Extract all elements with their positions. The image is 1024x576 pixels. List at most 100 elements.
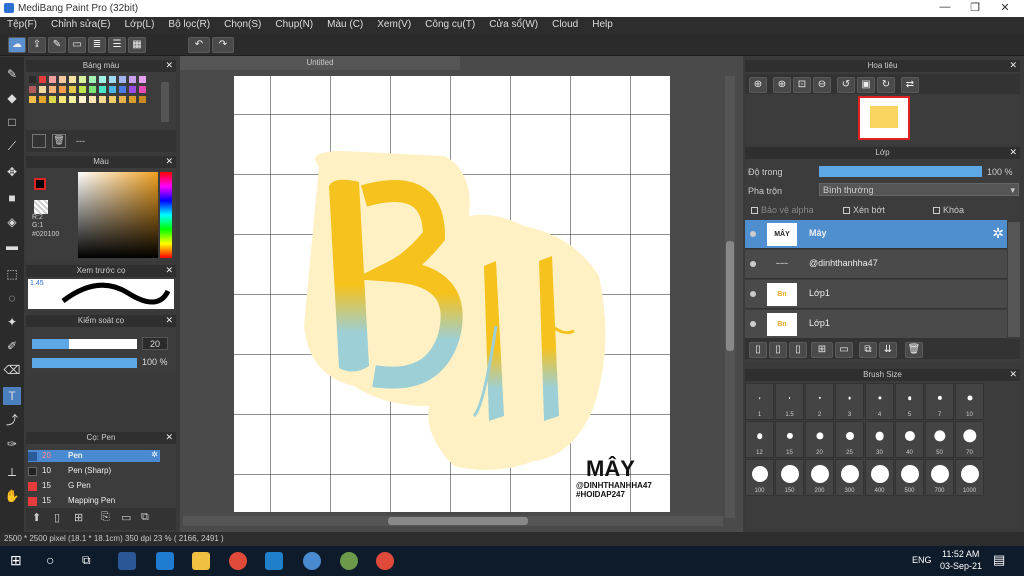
color-swatch[interactable] xyxy=(79,86,86,93)
brush-size-cell[interactable]: 100 xyxy=(745,459,774,496)
app-icon[interactable] xyxy=(340,552,358,570)
color-swatch[interactable] xyxy=(29,86,36,93)
text-tool-icon[interactable]: T xyxy=(3,387,21,405)
color-swatch[interactable] xyxy=(49,86,56,93)
language-indicator[interactable]: ENG xyxy=(912,555,932,565)
brush-size-cell[interactable]: 700 xyxy=(925,459,954,496)
navigator-thumbnail[interactable] xyxy=(858,96,910,140)
brush-item[interactable]: 20 Pen ✲ xyxy=(28,450,160,462)
menu-cloud[interactable]: Cloud xyxy=(545,17,585,34)
eye-icon[interactable] xyxy=(750,231,756,237)
dot-tool-icon[interactable]: □ xyxy=(3,113,21,131)
menu-snap[interactable]: Chụp(N) xyxy=(268,17,320,34)
new-brush-icon[interactable]: ▯ xyxy=(54,511,60,524)
close-icon[interactable]: ✕ xyxy=(165,60,173,71)
color-swatch[interactable] xyxy=(39,76,46,83)
dropper-tool-icon[interactable]: ✑ xyxy=(3,435,21,453)
brush-size-cell[interactable]: 15 xyxy=(775,421,804,458)
brush-size-cell[interactable]: 40 xyxy=(895,421,924,458)
layer-row[interactable]: Bn Lớp1 xyxy=(745,280,1007,309)
select-pen-icon[interactable]: ✐ xyxy=(3,337,21,355)
new-layer-icon[interactable]: ▯ xyxy=(749,342,767,358)
close-icon[interactable]: ✕ xyxy=(165,265,173,276)
file-explorer-icon[interactable] xyxy=(192,552,210,570)
upload-icon[interactable]: ⬆ xyxy=(32,511,41,524)
brush-size-cell[interactable]: 150 xyxy=(775,459,804,496)
brush-size-cell[interactable]: 400 xyxy=(865,459,894,496)
clip-checkbox[interactable]: Xén bớt xyxy=(843,205,885,215)
duplicate-icon[interactable]: ⧉ xyxy=(141,511,149,524)
notification-icon[interactable]: ▤ xyxy=(993,552,1005,568)
color-swatch[interactable] xyxy=(89,76,96,83)
size-value[interactable]: 20 xyxy=(142,337,168,350)
eye-icon[interactable] xyxy=(750,261,756,267)
new-color-icon[interactable] xyxy=(32,134,46,148)
brush-size-cell[interactable]: 5 xyxy=(895,383,924,420)
folder-icon[interactable]: ▭ xyxy=(835,342,853,358)
color-field[interactable] xyxy=(78,172,158,258)
brush-size-cell[interactable]: 4 xyxy=(865,383,894,420)
zoom-out-icon[interactable]: ⊖ xyxy=(813,77,831,93)
zoom-in-icon[interactable]: ⊕ xyxy=(749,77,767,93)
brush-size-cell[interactable]: 7 xyxy=(925,383,954,420)
menu-layer[interactable]: Lớp(L) xyxy=(118,17,162,34)
eye-icon[interactable] xyxy=(750,291,756,297)
brush-size-cell[interactable]: 12 xyxy=(745,421,774,458)
lock-checkbox[interactable]: Khóa xyxy=(933,205,964,215)
color-swatch[interactable] xyxy=(79,76,86,83)
horizontal-scrollbar[interactable] xyxy=(183,516,723,526)
brush-item[interactable]: 15 Mapping Pen xyxy=(28,495,158,507)
hand-tool-icon[interactable]: ✋ xyxy=(3,487,21,505)
color-swatch[interactable] xyxy=(109,76,116,83)
menu-view[interactable]: Xem(V) xyxy=(370,17,418,34)
color-swatch[interactable] xyxy=(29,76,36,83)
menu-filter[interactable]: Bộ lọc(R) xyxy=(161,17,217,34)
flip-icon[interactable]: ⇄ xyxy=(901,77,919,93)
transparent-color[interactable] xyxy=(34,200,48,214)
brush-item[interactable]: 15 G Pen xyxy=(28,480,158,492)
folder-icon[interactable]: ▭ xyxy=(121,511,131,524)
hue-slider[interactable] xyxy=(160,172,172,258)
cloud-icon[interactable]: ☁ xyxy=(8,37,26,53)
select-eraser-icon[interactable]: ⌫ xyxy=(3,361,21,379)
line-tool-icon[interactable]: ⟋ xyxy=(3,137,21,155)
color-swatch[interactable] xyxy=(89,96,96,103)
brush-size-cell[interactable]: 10 xyxy=(955,383,984,420)
copy-icon[interactable]: ⎘ xyxy=(101,511,110,524)
gear-icon[interactable]: ✲ xyxy=(151,450,158,459)
move-tool-icon[interactable]: ✥ xyxy=(3,163,21,181)
color-swatch[interactable] xyxy=(59,96,66,103)
gradient-tool-icon[interactable]: ▬ xyxy=(3,237,21,255)
menu-window[interactable]: Cửa sổ(W) xyxy=(482,17,545,34)
protect-alpha-checkbox[interactable]: Bảo vệ alpha xyxy=(751,205,814,215)
color-swatch[interactable] xyxy=(139,76,146,83)
magic-wand-icon[interactable]: ✦ xyxy=(3,313,21,331)
foreground-color[interactable] xyxy=(34,178,46,190)
color-swatch[interactable] xyxy=(69,86,76,93)
brush-size-cell[interactable]: 1000 xyxy=(955,459,984,496)
redo-icon[interactable]: ↷ xyxy=(212,37,234,53)
color-swatch[interactable] xyxy=(99,86,106,93)
brush-size-cell[interactable]: 30 xyxy=(865,421,894,458)
zoom-icon[interactable]: ⊕ xyxy=(773,77,791,93)
menu-help[interactable]: Help xyxy=(585,17,620,34)
rotate-left-icon[interactable]: ↺ xyxy=(837,77,855,93)
chrome-icon[interactable] xyxy=(376,552,394,570)
bucket-tool-icon[interactable]: ◈ xyxy=(3,213,21,231)
operation-tool-icon[interactable]: ⤴ xyxy=(3,411,21,429)
tab-untitled[interactable]: Untitled xyxy=(180,56,460,70)
color-swatch[interactable] xyxy=(139,96,146,103)
minimize-button[interactable]: — xyxy=(930,1,960,16)
search-icon[interactable]: ○ xyxy=(46,552,54,568)
menu-tools[interactable]: Công cụ(T) xyxy=(418,17,482,34)
color-swatch[interactable] xyxy=(119,76,126,83)
color-swatch[interactable] xyxy=(69,96,76,103)
layer-row[interactable]: MÂY Mây ✲ xyxy=(745,220,1007,249)
task-view-icon[interactable]: ⧉ xyxy=(82,553,91,568)
eraser-tool-icon[interactable]: ◆ xyxy=(3,89,21,107)
close-icon[interactable]: ✕ xyxy=(1009,369,1017,380)
fit-icon[interactable]: ⊡ xyxy=(793,77,811,93)
menu-edit[interactable]: Chỉnh sửa(E) xyxy=(44,17,118,34)
lasso-tool-icon[interactable]: ◌ xyxy=(3,289,21,307)
new-halftone-layer-icon[interactable]: ▯ xyxy=(769,342,787,358)
